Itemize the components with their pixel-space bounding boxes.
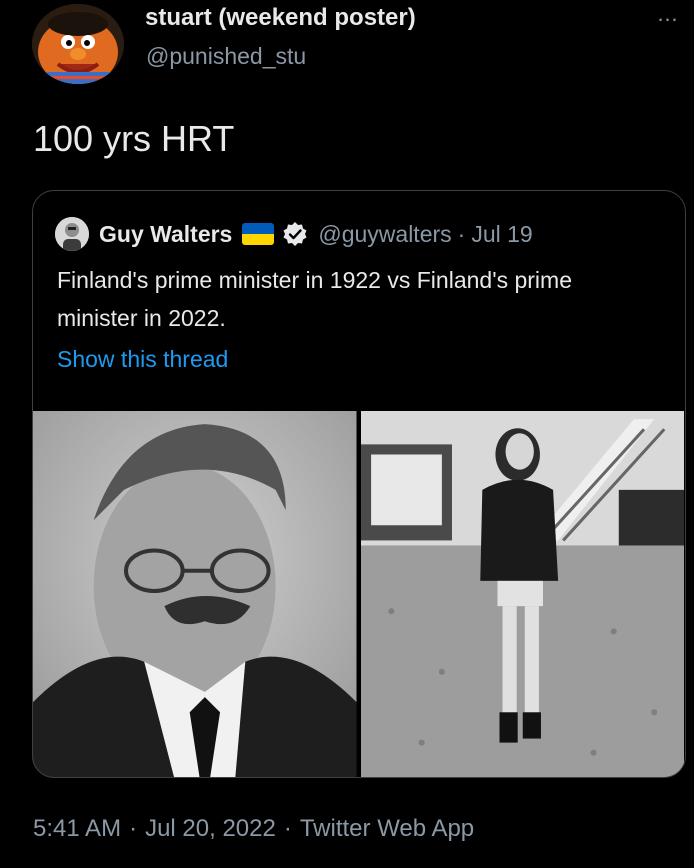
author-handle[interactable]: @punished_stu <box>146 43 306 70</box>
quoted-author-handle[interactable]: @guywalters <box>318 221 451 248</box>
woman-walking-photo-icon <box>360 411 684 777</box>
tweet-text: 100 yrs HRT <box>33 118 235 159</box>
tweet-metadata: 5:41 AM · Jul 20, 2022 · Twitter Web App <box>33 815 474 843</box>
quoted-tweet-card[interactable]: Guy Walters @guywalters · Jul 19 Finland… <box>32 190 686 778</box>
quoted-tweet-text: Finland's prime minister in 1922 vs Finl… <box>57 267 572 331</box>
quoted-tweet-date[interactable]: Jul 19 <box>471 221 532 248</box>
orange-muppet-avatar-icon <box>32 4 124 84</box>
quoted-author-avatar[interactable] <box>55 217 89 251</box>
quoted-author-name[interactable]: Guy Walters <box>99 221 232 248</box>
metadata-separator: · <box>129 815 138 842</box>
ukraine-flag-icon <box>242 223 275 245</box>
quoted-tweet-header: Guy Walters @guywalters · Jul 19 <box>55 216 533 252</box>
more-options-icon[interactable]: … <box>648 3 688 25</box>
photo-1922-prime-minister[interactable] <box>33 411 357 777</box>
show-thread-link[interactable]: Show this thread <box>57 346 228 373</box>
author-display-name[interactable]: stuart (weekend poster) <box>145 4 416 32</box>
source-app-link[interactable]: Twitter Web App <box>300 815 474 842</box>
tweet-date[interactable]: Jul 20, 2022 <box>145 815 276 842</box>
tweet-time[interactable]: 5:41 AM <box>33 815 121 842</box>
metadata-separator: · <box>283 815 292 842</box>
man-portrait-avatar-icon <box>55 217 89 251</box>
quoted-tweet-media <box>33 411 684 777</box>
old-man-portrait-photo-icon <box>33 411 357 777</box>
header-separator: · <box>457 220 466 247</box>
photo-2022-prime-minister[interactable] <box>360 411 684 777</box>
verified-badge-icon <box>282 221 308 247</box>
author-avatar[interactable] <box>32 4 124 84</box>
